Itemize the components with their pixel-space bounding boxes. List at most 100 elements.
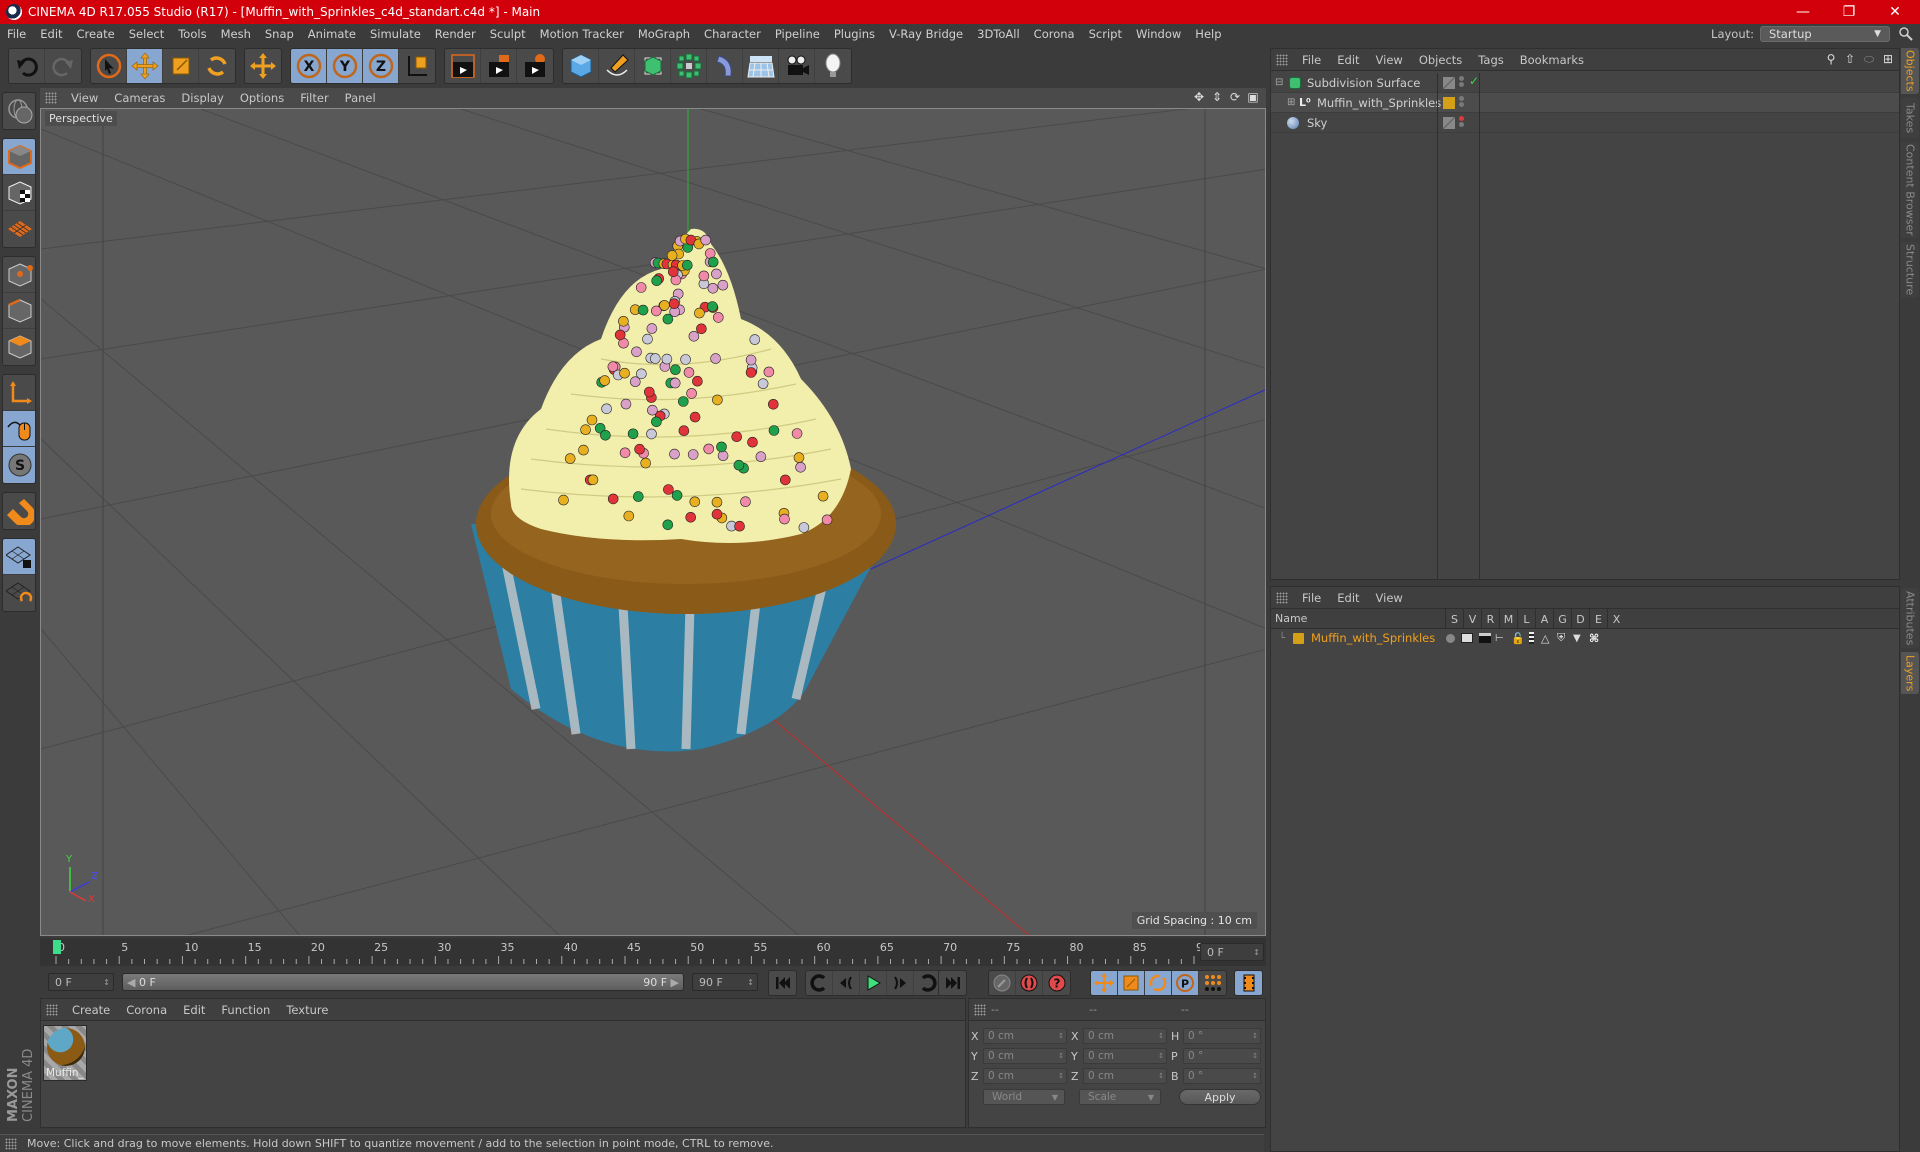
viewport-menu-cameras[interactable]: Cameras	[106, 91, 173, 105]
menu-mesh[interactable]: Mesh	[214, 27, 258, 41]
layer-row-muffin[interactable]: └ Muffin_with_Sprinkles ⊢ 🔓 △ ⛨ ▼ ⌘	[1271, 629, 1899, 647]
frame-range-slider[interactable]: ◀ 0 F 90 F ▶	[122, 973, 684, 991]
column-name[interactable]: Name	[1275, 612, 1307, 625]
pos-y-field[interactable]: 0 cm ↕	[983, 1048, 1067, 1064]
timeline-window-button[interactable]	[1235, 971, 1262, 995]
mm-menu-edit[interactable]: Edit	[175, 1003, 213, 1017]
menu-snap[interactable]: Snap	[258, 27, 301, 41]
enabled-check-icon[interactable]: ✓	[1469, 74, 1479, 88]
visibility-toggle-icon[interactable]	[1443, 77, 1455, 89]
column-x[interactable]: X	[1607, 609, 1625, 629]
spinner-icon[interactable]: ↕	[1253, 948, 1260, 957]
end-frame-field[interactable]: 90 F ↕	[692, 973, 758, 991]
collapse-icon[interactable]: ⊟	[1275, 77, 1283, 88]
3d-viewport[interactable]: Perspective Y Z X Grid Spacing : 10 cm	[40, 108, 1266, 936]
coordinate-mode-select[interactable]: World ▼	[983, 1089, 1065, 1105]
menu-v-ray-bridge[interactable]: V-Ray Bridge	[882, 27, 970, 41]
mm-menu-texture[interactable]: Texture	[278, 1003, 336, 1017]
minimize-icon[interactable]: —	[1780, 0, 1826, 24]
start-frame-field[interactable]: 0 F ↕	[48, 973, 114, 991]
deformers-icon[interactable]: ⛨	[1557, 631, 1565, 645]
column-d[interactable]: D	[1571, 609, 1589, 629]
menu-edit[interactable]: Edit	[33, 27, 69, 41]
next-key-button[interactable]	[914, 971, 941, 995]
expressions-icon[interactable]: ▼	[1573, 633, 1581, 644]
menu-file[interactable]: File	[0, 27, 33, 41]
mm-menu-function[interactable]: Function	[213, 1003, 278, 1017]
om-menu-view[interactable]: View	[1368, 53, 1411, 67]
z-axis-lock-button[interactable]: Z	[363, 49, 399, 83]
pos-z-field[interactable]: 0 cm ↕	[983, 1068, 1067, 1084]
new-window-icon[interactable]: ⊞	[1881, 52, 1895, 66]
x-axis-lock-button[interactable]: X	[291, 49, 327, 83]
size-x-field[interactable]: 0 cm ↕	[1083, 1028, 1167, 1044]
editor-render-dots[interactable]	[1459, 95, 1465, 108]
workplane-align-button[interactable]	[3, 575, 35, 611]
mm-menu-corona[interactable]: Corona	[118, 1003, 175, 1017]
column-divider[interactable]	[1437, 73, 1438, 579]
column-a[interactable]: A	[1535, 609, 1553, 629]
menu-corona[interactable]: Corona	[1027, 27, 1082, 41]
rot-b-field[interactable]: 0 ° ↕	[1183, 1068, 1261, 1084]
camera-button[interactable]	[779, 49, 815, 83]
lm-menu-file[interactable]: File	[1294, 591, 1329, 605]
search-icon[interactable]	[1898, 26, 1914, 42]
editor-render-dots[interactable]	[1459, 115, 1465, 128]
make-editable-button[interactable]	[3, 93, 35, 129]
undo-button[interactable]	[9, 49, 45, 83]
object-row-muffin[interactable]: ⊞ L⁰ Muffin_with_Sprinkles	[1271, 93, 1899, 113]
om-menu-objects[interactable]: Objects	[1411, 53, 1470, 67]
tweak-mode-button[interactable]	[3, 411, 35, 447]
pen-spline-button[interactable]	[599, 49, 635, 83]
object-row-subdivision-surface[interactable]: ⊟ Subdivision Surface ✓	[1271, 73, 1899, 93]
timeline-ruler[interactable]: 051015202530354045505560657075808590 0 F…	[40, 938, 1266, 966]
close-icon[interactable]: ✕	[1872, 0, 1918, 24]
viewport-menu-display[interactable]: Display	[173, 91, 231, 105]
orbit-icon[interactable]: ⟳	[1228, 90, 1242, 104]
animation-icon[interactable]	[1529, 632, 1534, 644]
record-active-button[interactable]	[1016, 971, 1043, 995]
home-icon[interactable]: ⇧	[1843, 52, 1857, 66]
tab-objects[interactable]: Objects	[1901, 48, 1919, 94]
column-r[interactable]: R	[1481, 609, 1499, 629]
mm-menu-create[interactable]: Create	[64, 1003, 118, 1017]
visibility-toggle-icon[interactable]	[1443, 117, 1455, 129]
column-g[interactable]: G	[1553, 609, 1571, 629]
grip-handle[interactable]	[45, 92, 57, 104]
edit-render-settings-button[interactable]	[517, 49, 553, 83]
model-mode-button[interactable]	[3, 139, 35, 175]
menu-help[interactable]: Help	[1188, 27, 1228, 41]
menu-render[interactable]: Render	[428, 27, 483, 41]
column-v[interactable]: V	[1463, 609, 1481, 629]
play-button[interactable]	[860, 971, 887, 995]
lm-menu-view[interactable]: View	[1368, 591, 1411, 605]
cloner-button[interactable]	[671, 49, 707, 83]
pan-icon[interactable]: ✥	[1192, 90, 1206, 104]
object-row-sky[interactable]: Sky	[1271, 113, 1899, 133]
menu-character[interactable]: Character	[697, 27, 768, 41]
polygons-mode-button[interactable]	[3, 329, 35, 365]
key-parameter-button[interactable]: P	[1172, 971, 1199, 995]
current-frame-field[interactable]: 0 F ↕	[1200, 943, 1264, 961]
next-frame-button[interactable]	[887, 971, 914, 995]
axis-mode-button[interactable]	[3, 375, 35, 411]
column-m[interactable]: M	[1499, 609, 1517, 629]
editor-render-dots[interactable]	[1459, 75, 1465, 88]
generators-icon[interactable]: △	[1541, 632, 1549, 645]
maximize-view-icon[interactable]: ▣	[1246, 90, 1260, 104]
om-menu-edit[interactable]: Edit	[1329, 53, 1367, 67]
edges-mode-button[interactable]	[3, 293, 35, 329]
menu-pipeline[interactable]: Pipeline	[768, 27, 827, 41]
workplane-mode-button[interactable]	[3, 211, 35, 247]
menu-plugins[interactable]: Plugins	[827, 27, 882, 41]
layout-dropdown[interactable]: Startup ▼	[1760, 26, 1890, 42]
light-button[interactable]	[815, 49, 851, 83]
size-y-field[interactable]: 0 cm ↕	[1083, 1048, 1167, 1064]
menu-create[interactable]: Create	[70, 27, 122, 41]
menu-tools[interactable]: Tools	[171, 27, 213, 41]
go-to-end-button[interactable]	[939, 971, 966, 995]
column-e[interactable]: E	[1589, 609, 1607, 629]
render-view-button[interactable]	[445, 49, 481, 83]
floor-button[interactable]	[743, 49, 779, 83]
viewport-menu-view[interactable]: View	[63, 91, 106, 105]
